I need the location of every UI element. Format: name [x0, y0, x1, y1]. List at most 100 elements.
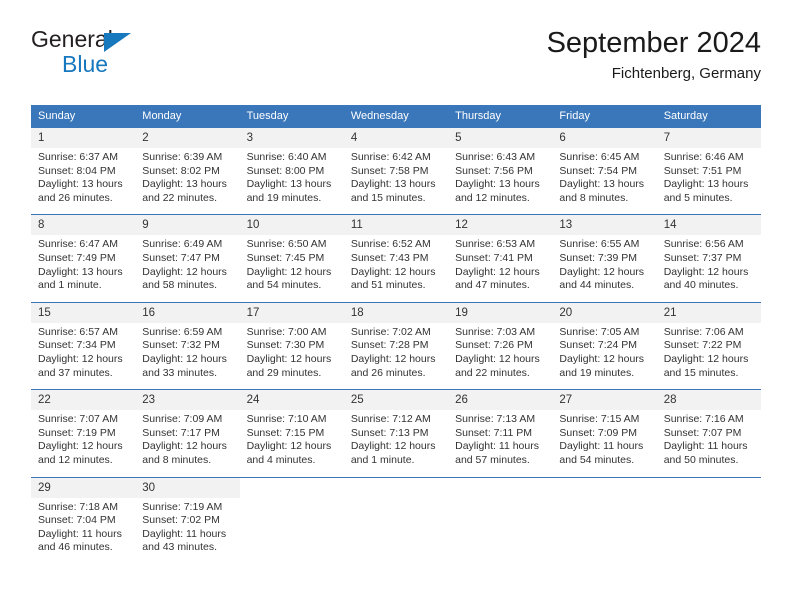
daylight-text-line1: Daylight: 12 hours	[455, 352, 540, 365]
daylight-text-line2: and 22 minutes.	[142, 191, 217, 204]
day-number[interactable]: 14	[656, 214, 761, 236]
daylight-text-line1: Daylight: 12 hours	[663, 352, 749, 365]
day-cell: Sunrise: 6:42 AM Sunset: 7:58 PM Dayligh…	[343, 148, 449, 215]
weekday-header-tuesday: Tuesday	[239, 105, 344, 128]
daylight-text-line1: Daylight: 12 hours	[142, 265, 227, 278]
day-number[interactable]: 7	[656, 128, 761, 148]
day-number[interactable]: 19	[448, 301, 553, 323]
day-number[interactable]: 21	[656, 301, 761, 323]
day-number[interactable]: 17	[239, 301, 344, 323]
day-number[interactable]: 22	[31, 389, 136, 411]
day-cell: Sunrise: 6:37 AM Sunset: 8:04 PM Dayligh…	[31, 148, 136, 215]
day-number[interactable]: 10	[239, 214, 344, 236]
day-number[interactable]: 30	[135, 476, 240, 498]
empty-day-cell	[448, 476, 553, 498]
week-2-daynumbers: 8 9 10 11 12 13 14	[31, 214, 761, 236]
sunrise-text: Sunrise: 7:00 AM	[246, 325, 327, 338]
calendar-week-row: 15 16 17 18 19 20 21 Sunrise: 6:57 AM Su…	[31, 301, 761, 390]
day-cell: Sunrise: 6:52 AM Sunset: 7:43 PM Dayligh…	[343, 235, 449, 303]
daylight-text-line2: and 22 minutes.	[455, 366, 530, 379]
day-number[interactable]: 1	[31, 128, 136, 148]
day-cell: Sunrise: 7:05 AM Sunset: 7:24 PM Dayligh…	[552, 322, 657, 390]
sunset-text: Sunset: 7:51 PM	[663, 164, 742, 177]
day-cell: Sunrise: 7:16 AM Sunset: 7:07 PM Dayligh…	[656, 410, 761, 477]
day-cell: Sunrise: 7:18 AM Sunset: 7:04 PM Dayligh…	[31, 497, 136, 564]
sunset-text: Sunset: 7:13 PM	[350, 426, 429, 439]
day-number[interactable]: 9	[135, 214, 240, 236]
sunrise-text: Sunrise: 6:37 AM	[38, 151, 118, 163]
day-number[interactable]: 24	[239, 389, 344, 411]
weekday-header-friday: Friday	[552, 105, 657, 128]
day-number[interactable]: 11	[343, 214, 449, 236]
daylight-text-line1: Daylight: 13 hours	[142, 178, 227, 191]
day-number[interactable]: 15	[31, 301, 136, 323]
day-number[interactable]: 27	[552, 389, 657, 411]
page-title: September 2024	[546, 27, 761, 59]
day-number[interactable]: 13	[552, 214, 657, 236]
daylight-text-line2: and 15 minutes.	[663, 366, 739, 379]
sunset-text: Sunset: 8:00 PM	[246, 164, 325, 177]
daylight-text-line1: Daylight: 12 hours	[663, 265, 749, 278]
daylight-text-line2: and 1 minute.	[38, 279, 102, 292]
day-number[interactable]: 8	[31, 214, 136, 236]
day-cell: Sunrise: 6:49 AM Sunset: 7:47 PM Dayligh…	[135, 235, 240, 303]
sunrise-text: Sunrise: 6:55 AM	[559, 238, 640, 251]
page-subtitle: Fichtenberg, Germany	[611, 65, 761, 82]
day-number[interactable]: 29	[31, 476, 136, 498]
day-number[interactable]: 16	[135, 301, 240, 323]
sunrise-text: Sunrise: 7:16 AM	[663, 413, 744, 426]
sunrise-text: Sunrise: 7:02 AM	[350, 325, 431, 338]
daylight-text-line1: Daylight: 12 hours	[246, 352, 332, 365]
daylight-text-line1: Daylight: 11 hours	[455, 440, 539, 453]
day-number[interactable]: 12	[448, 214, 553, 236]
sunrise-text: Sunrise: 6:39 AM	[142, 151, 223, 163]
week-5-daynumbers: 29 30	[31, 476, 761, 498]
day-cell: Sunrise: 6:53 AM Sunset: 7:41 PM Dayligh…	[448, 235, 553, 303]
daylight-text-line1: Daylight: 12 hours	[38, 352, 123, 365]
day-number[interactable]: 23	[135, 389, 240, 411]
daylight-text-line2: and 54 minutes.	[246, 279, 322, 292]
week-3-daynumbers: 15 16 17 18 19 20 21	[31, 301, 761, 323]
daylight-text-line1: Daylight: 12 hours	[246, 265, 332, 278]
sunset-text: Sunset: 7:45 PM	[246, 251, 325, 264]
empty-day-cell	[656, 476, 761, 498]
day-number[interactable]: 2	[135, 128, 240, 148]
daylight-text-line1: Daylight: 12 hours	[142, 440, 227, 453]
day-number[interactable]: 25	[343, 389, 449, 411]
day-number[interactable]: 26	[448, 389, 553, 411]
sunset-text: Sunset: 7:19 PM	[38, 426, 116, 439]
daylight-text-line1: Daylight: 11 hours	[663, 440, 748, 453]
logo-text-general: General	[31, 26, 113, 52]
empty-day-cell	[239, 497, 344, 564]
day-number[interactable]: 3	[239, 128, 344, 148]
page-header: General Blue September 2024 Fichtenberg,…	[31, 26, 761, 96]
daylight-text-line1: Daylight: 13 hours	[38, 178, 123, 191]
calendar-week-row: 1 2 3 4 5 6 7 Sunrise: 6:37 AM Sunset: 8…	[31, 128, 761, 215]
daylight-text-line2: and 4 minutes.	[246, 453, 316, 466]
sunrise-text: Sunrise: 6:45 AM	[559, 151, 640, 163]
daylight-text-line2: and 1 minute.	[350, 453, 415, 466]
daylight-text-line2: and 5 minutes.	[663, 191, 733, 204]
day-cell: Sunrise: 7:06 AM Sunset: 7:22 PM Dayligh…	[656, 322, 761, 390]
day-number[interactable]: 6	[552, 128, 657, 148]
day-number[interactable]: 20	[552, 301, 657, 323]
sunset-text: Sunset: 7:37 PM	[663, 251, 742, 264]
week-4-details: Sunrise: 7:07 AM Sunset: 7:19 PM Dayligh…	[31, 410, 761, 477]
day-cell: Sunrise: 6:55 AM Sunset: 7:39 PM Dayligh…	[552, 235, 657, 303]
day-number[interactable]: 28	[656, 389, 761, 411]
sunset-text: Sunset: 8:02 PM	[142, 164, 220, 177]
daylight-text-line1: Daylight: 13 hours	[38, 265, 123, 278]
week-2-details: Sunrise: 6:47 AM Sunset: 7:49 PM Dayligh…	[31, 235, 761, 303]
daylight-text-line1: Daylight: 12 hours	[142, 352, 227, 365]
day-number[interactable]: 4	[343, 128, 449, 148]
sunset-text: Sunset: 7:04 PM	[38, 514, 116, 527]
week-3-details: Sunrise: 6:57 AM Sunset: 7:34 PM Dayligh…	[31, 322, 761, 390]
sunset-text: Sunset: 7:09 PM	[559, 426, 638, 439]
calendar-week-row: 29 30 Sunrise: 7:18 AM Sunset: 7:04 PM D…	[31, 476, 761, 564]
day-number[interactable]: 18	[343, 301, 449, 323]
daylight-text-line1: Daylight: 13 hours	[559, 178, 645, 191]
daylight-text-line1: Daylight: 13 hours	[663, 178, 749, 191]
day-number[interactable]: 5	[448, 128, 553, 148]
day-cell: Sunrise: 7:15 AM Sunset: 7:09 PM Dayligh…	[552, 410, 657, 477]
day-cell: Sunrise: 6:56 AM Sunset: 7:37 PM Dayligh…	[656, 235, 761, 303]
